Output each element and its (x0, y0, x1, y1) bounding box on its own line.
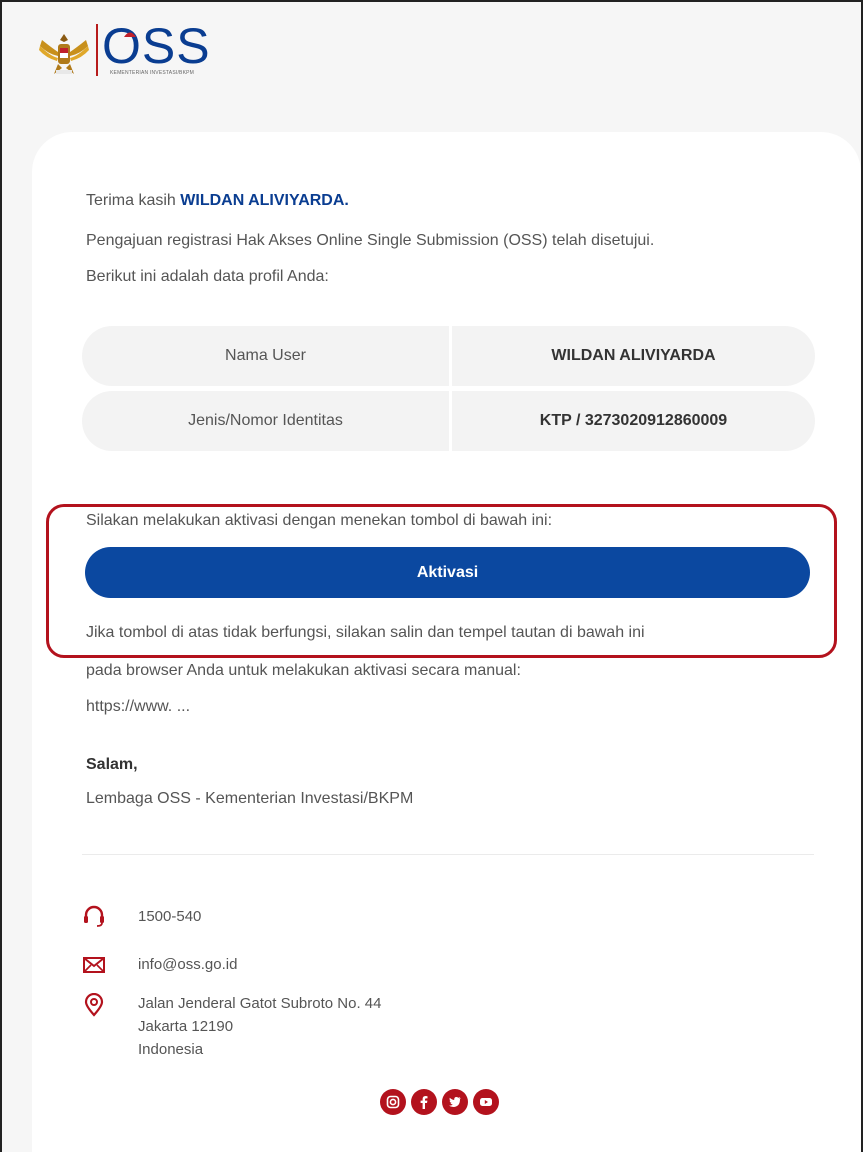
logo-divider (96, 24, 98, 76)
oss-wordmark-text: OSS (102, 18, 211, 74)
footer-email[interactable]: info@oss.go.id (138, 956, 237, 973)
profile-row: Nama User WILDAN ALIVIYARDA (82, 326, 815, 386)
email-card: Terima kasih WILDAN ALIVIYARDA. Pengajua… (32, 132, 861, 1154)
fallback-link[interactable]: https://www. ... (86, 698, 190, 716)
facebook-icon[interactable] (411, 1089, 437, 1115)
footer-address-line-1: Jalan Jenderal Gatot Subroto No. 44 (138, 995, 382, 1012)
footer-address-line-3: Indonesia (138, 1041, 204, 1058)
profile-label-cell: Nama User (82, 326, 449, 386)
email-header: OSS KEMENTERIAN INVESTASI/BKPM (2, 2, 861, 130)
oss-logo: OSS (102, 16, 211, 76)
profile-label: Jenis/Nomor Identitas (188, 412, 343, 429)
closing-greeting: Salam, (86, 756, 138, 773)
footer-phone[interactable]: 1500-540 (138, 908, 201, 925)
activation-prompt: Silakan melakukan aktivasi dengan meneka… (86, 512, 553, 529)
intro-line-2: Berikut ini adalah data profil Anda: (86, 268, 329, 285)
profile-label-cell: Jenis/Nomor Identitas (82, 391, 449, 451)
email-frame: OSS KEMENTERIAN INVESTASI/BKPM Terima ka… (0, 0, 863, 1154)
fallback-line-1: Jika tombol di atas tidak berfungsi, sil… (86, 624, 645, 641)
thanks-prefix: Terima kasih (86, 192, 176, 209)
twitter-icon[interactable] (442, 1089, 468, 1115)
headset-icon (84, 905, 104, 927)
recipient-name: WILDAN ALIVIYARDA. (180, 192, 349, 209)
oss-logo-subtitle: KEMENTERIAN INVESTASI/BKPM (110, 70, 195, 76)
profile-label: Nama User (225, 347, 306, 364)
logo-accent-icon (124, 32, 136, 37)
youtube-icon[interactable] (473, 1089, 499, 1115)
signature: Lembaga OSS - Kementerian Investasi/BKPM (86, 790, 414, 807)
intro-line-1: Pengajuan registrasi Hak Akses Online Si… (86, 232, 655, 249)
mail-icon (83, 957, 105, 973)
profile-value: KTP / 3273020912860009 (539, 412, 728, 429)
fallback-line-2: pada browser Anda untuk melakukan aktiva… (86, 662, 521, 679)
activation-button[interactable]: Aktivasi (85, 547, 810, 598)
profile-value-cell: KTP / 3273020912860009 (452, 391, 815, 451)
thanks-line: Terima kasih WILDAN ALIVIYARDA. (86, 192, 349, 210)
footer-divider (82, 854, 814, 855)
instagram-icon[interactable] (380, 1089, 406, 1115)
footer-address-line-2: Jakarta 12190 (138, 1018, 234, 1035)
garuda-emblem-icon (39, 34, 89, 74)
profile-value-cell: WILDAN ALIVIYARDA (452, 326, 815, 386)
location-pin-icon (84, 993, 104, 1017)
profile-value: WILDAN ALIVIYARDA (551, 347, 716, 364)
profile-row: Jenis/Nomor Identitas KTP / 327302091286… (82, 391, 815, 451)
